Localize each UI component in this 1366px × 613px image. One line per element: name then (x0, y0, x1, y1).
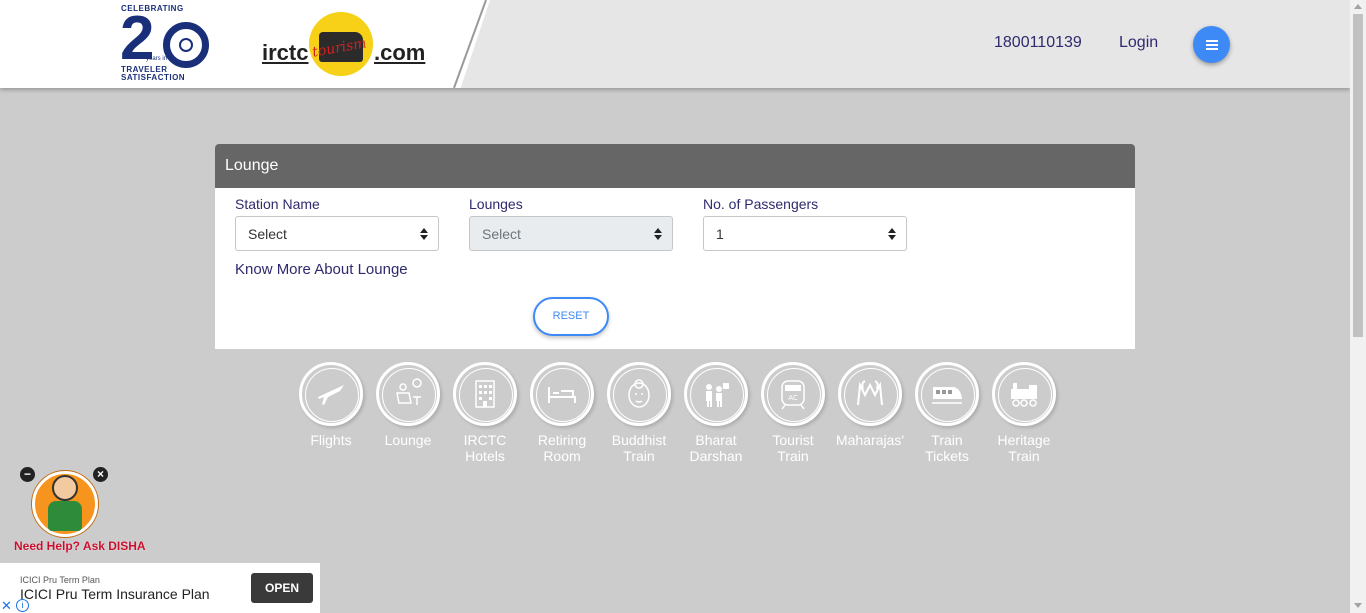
station-name-field: Station Name Select (235, 196, 439, 251)
service-retiring-room[interactable]: Retiring Room (527, 362, 597, 464)
helpline-number[interactable]: 1800110139 (994, 34, 1082, 52)
minimize-icon[interactable]: − (20, 467, 35, 482)
disha-help-text: Need Help? Ask DISHA (14, 539, 146, 553)
vertical-scrollbar[interactable] (1350, 0, 1366, 613)
service-irctc-hotels[interactable]: IRCTC Hotels (450, 362, 520, 464)
service-label: Retiring Room (537, 432, 587, 464)
header-divider (453, 0, 487, 88)
irctc-tourism-logo[interactable]: tourism irctc .com (262, 10, 432, 78)
service-bharat-darshan[interactable]: Bharat Darshan (681, 362, 751, 464)
site-header: CELEBRATING 2 years in TRAVELER SATISFAC… (0, 0, 1350, 88)
anniversary-years-text: years in (146, 56, 168, 62)
station-name-select[interactable]: Select (235, 216, 439, 251)
station-name-label: Station Name (235, 196, 320, 212)
service-label: Flights (310, 432, 352, 448)
select-arrows-icon (420, 228, 428, 241)
service-flights[interactable]: Flights (296, 362, 366, 448)
passengers-label: No. of Passengers (703, 196, 819, 212)
know-more-lounge-link[interactable]: Know More About Lounge (235, 261, 408, 278)
anniversary-logo[interactable]: CELEBRATING 2 years in TRAVELER SATISFAC… (118, 4, 214, 84)
login-link[interactable]: Login (1119, 34, 1158, 52)
ad-info-icon[interactable]: i (16, 599, 29, 612)
tourist-group-icon (684, 362, 748, 426)
select-arrows-icon (654, 228, 662, 241)
station-name-value: Select (248, 226, 287, 242)
service-heritage-train[interactable]: Heritage Train (989, 362, 1059, 464)
ad-banner[interactable]: ICICI Pru Term Plan ICICI Pru Term Insur… (0, 563, 320, 613)
ad-close-icon[interactable]: ✕ (1, 599, 12, 612)
lounges-select[interactable]: Select (469, 216, 673, 251)
steam-engine-icon (992, 362, 1056, 426)
ac-train-icon: AC (761, 362, 825, 426)
logo-com-text: .com (374, 40, 426, 65)
scroll-thumb[interactable] (1353, 14, 1363, 337)
ad-title: ICICI Pru Term Insurance Plan (20, 586, 210, 602)
scroll-up-arrow-icon[interactable] (1354, 4, 1362, 9)
airplane-icon (299, 362, 363, 426)
passengers-value: 1 (716, 226, 724, 242)
disha-body (48, 501, 82, 531)
reset-button[interactable]: RESET (533, 297, 609, 336)
service-label: Buddhist Train (611, 432, 667, 464)
service-label: Maharajas' (835, 432, 905, 448)
service-buddhist-train[interactable]: Buddhist Train (604, 362, 674, 464)
passengers-field: No. of Passengers 1 (703, 196, 907, 251)
lounge-icon (376, 362, 440, 426)
service-train-tickets[interactable]: Train Tickets (912, 362, 982, 464)
irctc-emblem-icon (163, 22, 209, 68)
service-label: Heritage Train (997, 432, 1051, 464)
buddha-icon (607, 362, 671, 426)
lounges-label: Lounges (469, 196, 523, 212)
service-tourist-train[interactable]: AC Tourist Train (758, 362, 828, 464)
menu-button[interactable] (1193, 26, 1230, 63)
service-lounge[interactable]: Lounge (373, 362, 443, 448)
maharajas-logo-icon (838, 362, 902, 426)
service-label: Train Tickets (925, 432, 969, 464)
hotel-icon (453, 362, 517, 426)
panel-title: Lounge (215, 144, 1135, 188)
close-icon[interactable]: × (93, 467, 108, 482)
service-label: Lounge (384, 432, 432, 448)
bed-icon (530, 362, 594, 426)
disha-face (52, 475, 78, 501)
service-label: IRCTC Hotels (463, 432, 507, 464)
ad-open-button[interactable]: OPEN (251, 573, 313, 603)
logo-irctc-text: irctc (262, 40, 309, 65)
svg-text:AC: AC (788, 394, 798, 402)
lounges-field: Lounges Select (469, 196, 673, 251)
service-label: Bharat Darshan (689, 432, 743, 464)
service-maharajas[interactable]: Maharajas' (835, 362, 905, 448)
service-label: Tourist Train (772, 432, 814, 464)
lounges-value: Select (482, 226, 521, 242)
anniversary-bottom-text: TRAVELER SATISFACTION (121, 65, 186, 82)
ad-advertiser: ICICI Pru Term Plan (20, 575, 100, 585)
hamburger-icon (1205, 43, 1218, 46)
passengers-select[interactable]: 1 (703, 216, 907, 251)
select-arrows-icon (888, 228, 896, 241)
lounge-panel: Lounge Station Name Select Lounges Selec… (215, 144, 1135, 349)
train-icon (915, 362, 979, 426)
scroll-down-arrow-icon[interactable] (1354, 603, 1362, 608)
disha-chatbot[interactable]: − × Need Help? Ask DISHA (14, 465, 154, 555)
